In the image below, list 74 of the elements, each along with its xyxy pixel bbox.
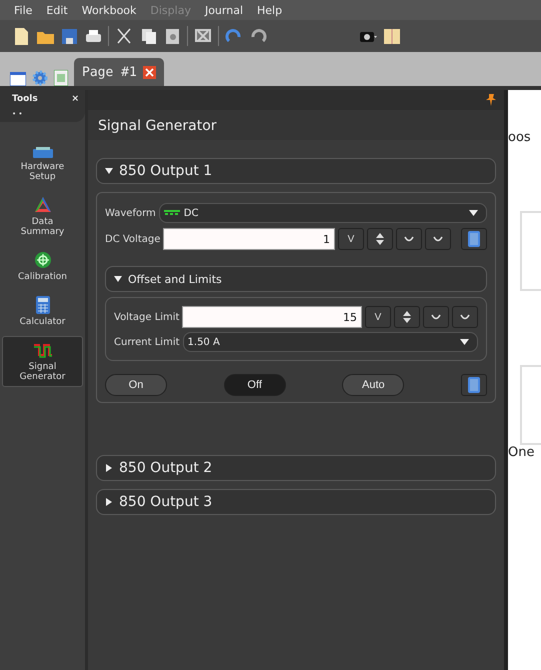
up-down-icon	[376, 233, 384, 245]
up-down-icon	[403, 311, 411, 323]
section-header[interactable]: 850 Output 3	[96, 489, 496, 515]
dropdown-arrow-icon	[460, 339, 469, 345]
print-icon[interactable]	[84, 27, 102, 45]
crosshair-icon	[34, 251, 52, 269]
calculator-icon	[468, 377, 480, 393]
calculator-button[interactable]	[460, 374, 487, 396]
curve-icon	[431, 314, 441, 320]
waveform-dropdown[interactable]: DC	[158, 203, 487, 223]
curve-icon	[404, 236, 414, 242]
field-label: DC Voltage	[105, 234, 160, 244]
spin-button[interactable]	[394, 306, 420, 328]
dropdown-arrow-icon	[469, 210, 478, 216]
menu-item[interactable]: Help	[257, 4, 282, 16]
voltage-limit-input[interactable]: 15	[182, 306, 362, 328]
field-label: Current Limit	[114, 336, 180, 348]
page-tab[interactable]: Page #1	[74, 58, 164, 86]
collapsed-arrow-icon	[105, 464, 113, 472]
undo-icon[interactable]	[225, 27, 243, 45]
curve-icon	[433, 236, 443, 242]
section-header[interactable]: 850 Output 2	[96, 455, 496, 481]
panel-title: Tools	[12, 94, 38, 104]
unit-button[interactable]: V	[365, 306, 391, 328]
menu-item[interactable]: Workbook	[82, 4, 136, 16]
menu-item[interactable]: File	[14, 4, 32, 16]
calculator-icon	[468, 231, 480, 247]
increase-button[interactable]	[425, 228, 451, 250]
panel-title: Signal Generator	[88, 110, 504, 140]
decrease-button[interactable]	[423, 306, 449, 328]
tool-item[interactable]: Signal Generator	[2, 336, 83, 387]
mode-button[interactable]: Auto	[342, 374, 404, 396]
menu-item[interactable]: Journal	[204, 4, 243, 16]
close-icon[interactable]	[142, 66, 156, 78]
curve-icon	[460, 314, 470, 320]
delete-icon[interactable]	[194, 27, 212, 45]
spin-button[interactable]	[367, 228, 393, 250]
window-icon[interactable]	[10, 72, 26, 86]
mode-button[interactable]: Off	[224, 374, 286, 396]
field-label: Voltage Limit	[114, 312, 180, 322]
expanded-arrow-icon	[105, 167, 113, 175]
book-icon[interactable]	[383, 27, 401, 45]
new-file-icon[interactable]	[12, 27, 30, 45]
calculator-icon	[36, 296, 50, 314]
dc-line-icon	[164, 210, 180, 216]
scissors-icon[interactable]	[115, 27, 133, 45]
expanded-arrow-icon	[114, 275, 122, 283]
collapsed-arrow-icon	[105, 498, 113, 506]
tool-item[interactable]: Calculator	[2, 291, 83, 332]
triangle-icon	[34, 196, 52, 214]
unit-button[interactable]: V	[338, 228, 364, 250]
tool-item[interactable]: Calibration	[2, 246, 83, 287]
save-icon[interactable]	[60, 27, 78, 45]
tool-item[interactable]: Data Summary	[2, 191, 83, 242]
section-header[interactable]: 850 Output 1	[96, 158, 496, 184]
tool-item[interactable]: Hardware Setup	[2, 142, 83, 187]
menu-item[interactable]: Edit	[46, 4, 68, 16]
interface-box-icon	[32, 147, 52, 159]
paste-icon[interactable]	[163, 27, 181, 45]
close-button[interactable]: ×	[71, 94, 79, 104]
redo-icon[interactable]	[249, 27, 267, 45]
section-header[interactable]: Offset and Limits	[105, 266, 487, 292]
calculator-button[interactable]	[461, 228, 487, 250]
copy-icon[interactable]	[139, 27, 157, 45]
page-text: oos	[508, 130, 532, 145]
increase-button[interactable]	[452, 306, 478, 328]
pin-icon[interactable]	[486, 94, 496, 106]
field-label: Waveform	[105, 208, 156, 218]
voltage-input[interactable]: 1	[163, 228, 335, 250]
mode-button[interactable]: On	[105, 374, 167, 396]
decrease-button[interactable]	[396, 228, 422, 250]
square-wave-icon	[32, 341, 52, 359]
page-text: One	[508, 445, 536, 460]
current-limit-dropdown[interactable]: 1.50 A	[182, 332, 478, 352]
